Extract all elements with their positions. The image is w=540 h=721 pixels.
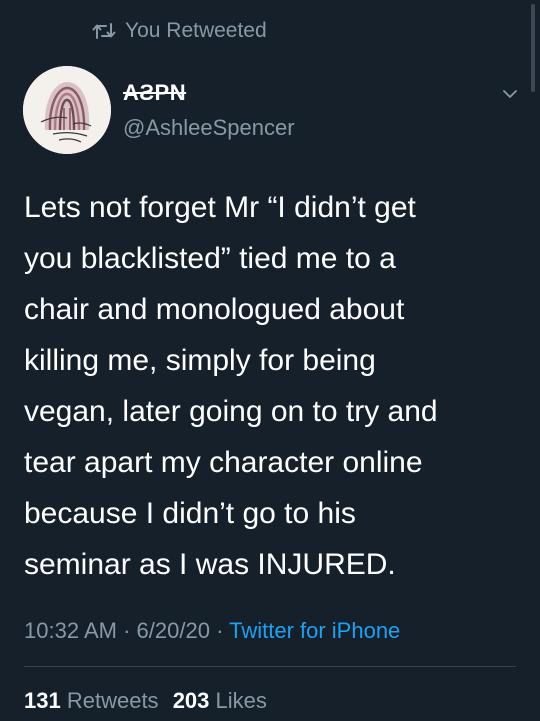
tweet-time[interactable]: 10:32 AM xyxy=(24,618,117,643)
retweets-stat[interactable]: 131 Retweets xyxy=(24,688,165,713)
chevron-down-icon[interactable] xyxy=(497,84,523,104)
likes-count: 203 xyxy=(172,688,210,713)
retweets-count: 131 xyxy=(24,688,61,713)
avatar[interactable] xyxy=(23,66,111,154)
retweet-banner: You Retweeted xyxy=(92,16,267,46)
meta-separator: · xyxy=(216,618,224,643)
likes-stat[interactable]: 203 Likes xyxy=(173,688,267,713)
likes-label: Likes xyxy=(215,688,267,713)
author-handle[interactable]: @AshleeSpencer xyxy=(123,113,295,143)
scrollbar[interactable] xyxy=(531,4,535,92)
tweet-detail-screen: You Retweeted AƧPN @AshleeSpencer Lets n… xyxy=(0,0,540,721)
tweet-author[interactable]: AƧPN @AshleeSpencer xyxy=(123,79,295,143)
retweet-icon xyxy=(92,22,116,40)
avatar-image xyxy=(23,66,111,154)
tweet-stats: 131 Retweets 203 Likes xyxy=(24,683,267,719)
meta-separator: · xyxy=(123,618,131,643)
divider xyxy=(24,666,516,667)
author-display-name[interactable]: AƧPN xyxy=(123,79,295,107)
retweets-label: Retweets xyxy=(66,688,159,713)
tweet-meta: 10:32 AM · 6/20/20 · Twitter for iPhone xyxy=(24,613,400,649)
tweet-source-link[interactable]: Twitter for iPhone xyxy=(229,618,400,643)
tweet-date[interactable]: 6/20/20 xyxy=(137,618,210,643)
tweet-text: Lets not forget Mr “I didn’t get you bla… xyxy=(24,191,438,581)
retweet-banner-label: You Retweeted xyxy=(125,19,267,42)
